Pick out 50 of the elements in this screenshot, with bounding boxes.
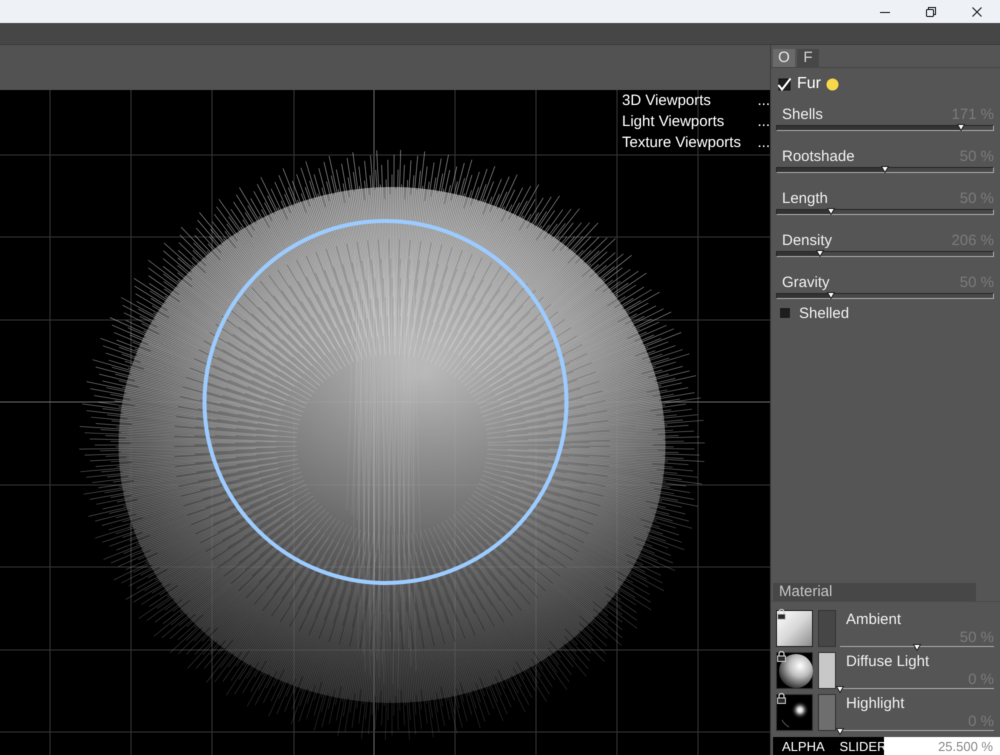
slider-track[interactable] xyxy=(776,209,994,215)
lock-icon[interactable] xyxy=(777,651,786,662)
tab[interactable]: O xyxy=(773,49,795,67)
slider-thumb[interactable] xyxy=(956,124,965,131)
slider-track[interactable] xyxy=(776,167,994,173)
more-button[interactable]: ... xyxy=(757,91,770,110)
channel-label: Diffuse Light xyxy=(845,652,930,672)
status-dot-icon xyxy=(826,78,839,90)
channel-label: Highlight xyxy=(845,694,906,714)
more-button[interactable]: ... xyxy=(757,133,770,152)
section-header: Material xyxy=(773,583,976,601)
slider-label: Gravity xyxy=(782,274,830,290)
slider-value: 25.500 % xyxy=(938,738,993,754)
checkbox-label: Fur xyxy=(797,75,821,93)
channel-label: Ambient xyxy=(845,610,902,630)
slider-track[interactable] xyxy=(776,293,994,299)
viewport-menu-item[interactable]: Light Viewports xyxy=(622,112,724,131)
checkbox[interactable] xyxy=(779,307,791,319)
alpha-slider[interactable]: ALPHA SLIDER 25.500 % xyxy=(773,737,1000,755)
color-swatch[interactable] xyxy=(818,610,836,647)
gradient-preview xyxy=(776,610,813,647)
slider-label: ALPHA SLIDER xyxy=(782,738,886,754)
slider-label: Rootshade xyxy=(782,148,855,164)
slider-thumb[interactable] xyxy=(881,166,889,173)
restore-icon xyxy=(926,6,936,16)
slider-thumb[interactable] xyxy=(816,250,824,257)
sphere-preview xyxy=(776,652,813,689)
slider-thumb[interactable] xyxy=(827,208,835,215)
slider-label: Length xyxy=(782,190,828,206)
slider-label: Shells xyxy=(782,106,823,122)
checkbox[interactable] xyxy=(777,76,792,92)
tab[interactable]: F xyxy=(797,49,819,67)
viewport-menu-item[interactable]: 3D Viewports xyxy=(622,91,711,110)
lock-icon[interactable] xyxy=(777,609,786,620)
more-button[interactable]: ... xyxy=(757,112,770,131)
slider-track[interactable] xyxy=(776,251,994,257)
color-swatch[interactable] xyxy=(818,652,836,689)
slider-thumb[interactable] xyxy=(836,728,844,735)
slider-thumb[interactable] xyxy=(836,686,844,693)
lock-icon[interactable] xyxy=(777,693,786,704)
highlight-preview xyxy=(776,694,813,731)
color-swatch[interactable] xyxy=(818,694,836,731)
viewport-menu-item[interactable]: Texture Viewports xyxy=(622,133,741,152)
slider-thumb[interactable] xyxy=(913,644,921,651)
close-icon xyxy=(972,6,982,16)
slider-label: Density xyxy=(782,232,832,248)
slider-thumb[interactable] xyxy=(827,292,835,299)
checkbox-label: Shelled xyxy=(799,304,850,322)
3d-viewport[interactable]: 3D Viewports ... Light Viewports ... Texture Viewports ... xyxy=(0,90,770,755)
slider-track[interactable] xyxy=(776,125,994,131)
